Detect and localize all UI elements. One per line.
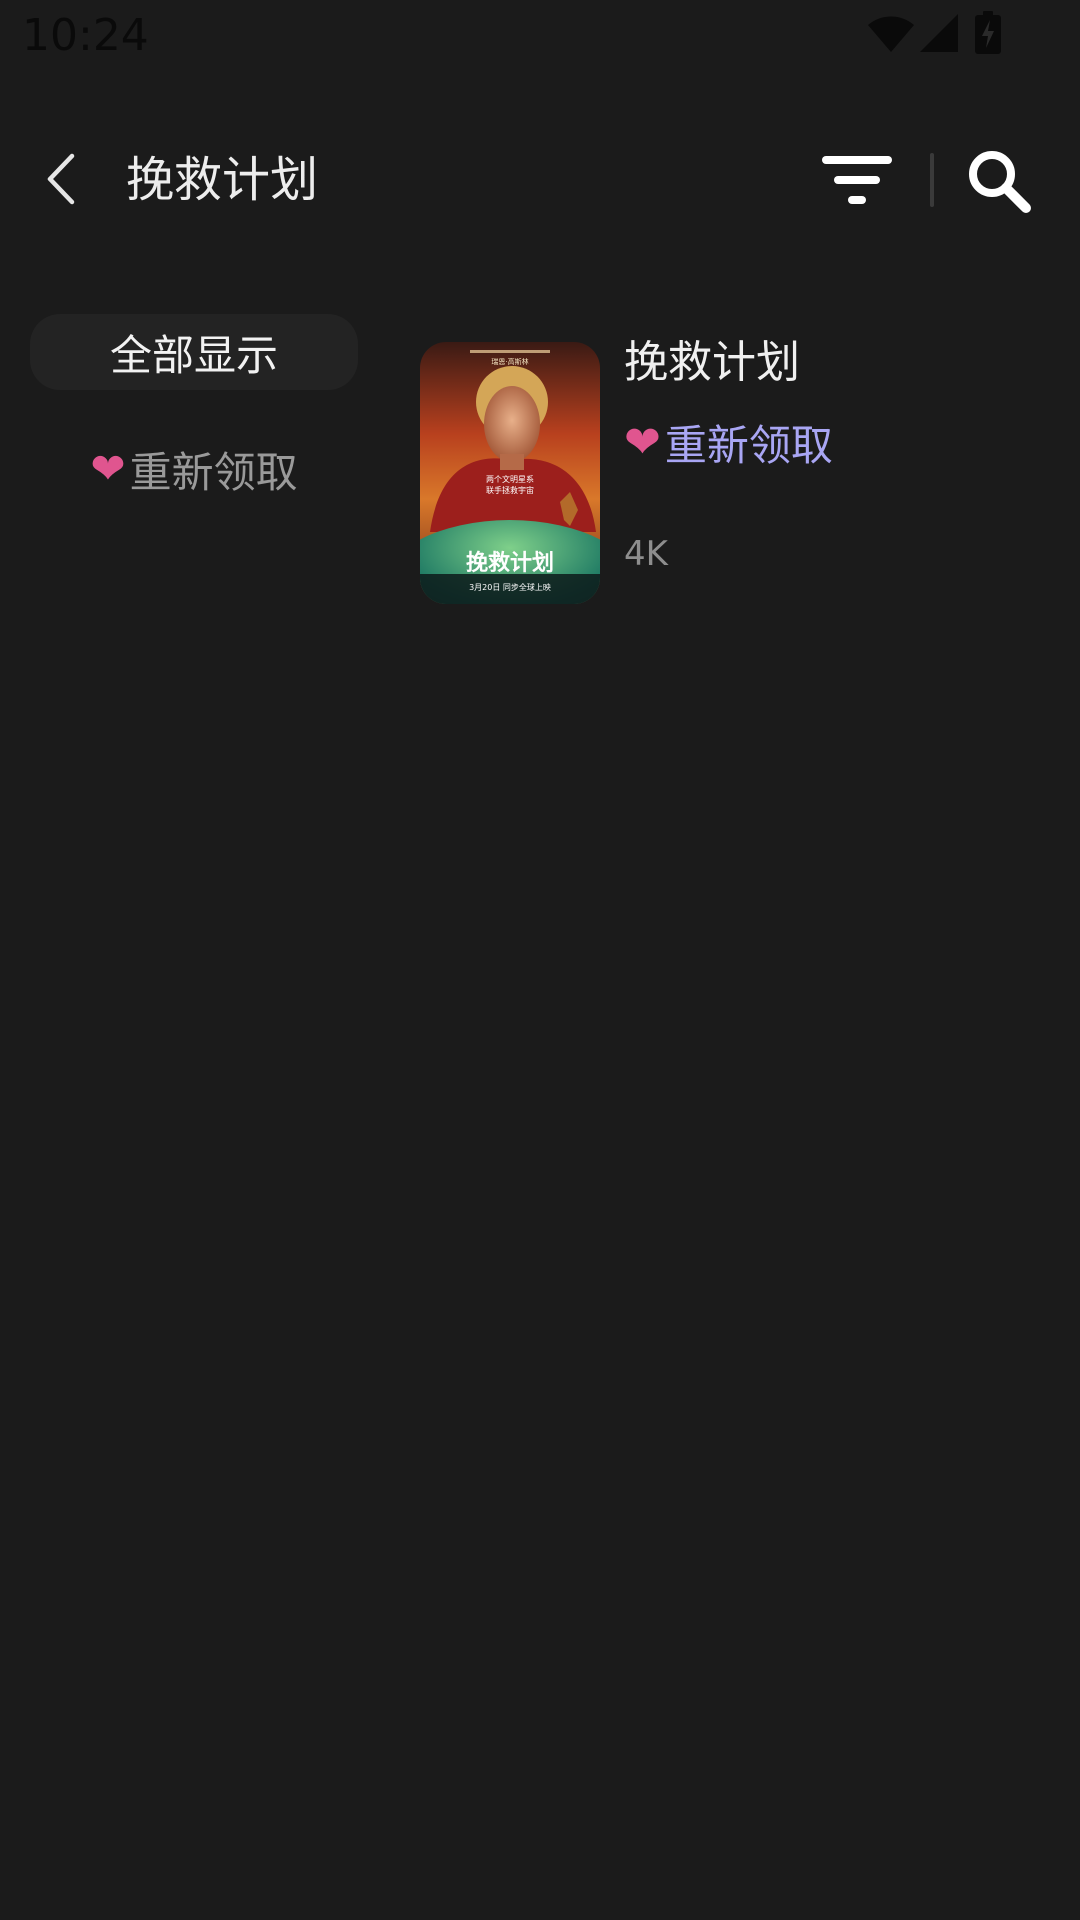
- poster-credit: 瑞恩·高斯林: [491, 357, 528, 366]
- wifi-icon: [868, 14, 914, 56]
- poster-tagline-1: 两个文明星系: [486, 474, 534, 484]
- filter-reclaim-label: 重新领取: [129, 447, 298, 497]
- search-icon: [969, 151, 1031, 213]
- heart-icon: ❤: [90, 444, 126, 493]
- cellular-signal-icon: [920, 14, 958, 56]
- back-arrow-icon: [47, 153, 75, 205]
- toolbar-divider: [930, 153, 934, 207]
- movie-poster[interactable]: 瑞恩·高斯林 两个文明星系 联手拯救宇宙 挽救计划 3月20日 同步全球上映: [420, 342, 600, 604]
- screen: 10:24 挽救计划 全部显示 ❤ 重新领取 瑞恩·高斯林 两个文明星系 联手拯…: [0, 0, 1080, 1920]
- filter-reclaim-button[interactable]: ❤ 重新领取: [30, 434, 358, 504]
- poster-release: 3月20日 同步全球上映: [469, 582, 551, 592]
- heart-icon: ❤: [624, 416, 661, 468]
- status-time: 10:24: [22, 10, 149, 61]
- movie-quality-label: 4K: [624, 534, 668, 574]
- filter-all-label: 全部显示: [109, 330, 278, 380]
- status-icons: [868, 11, 1002, 59]
- search-button[interactable]: [966, 148, 1032, 214]
- status-bar: 10:24: [0, 0, 1080, 72]
- back-button[interactable]: [36, 146, 86, 212]
- page-title: 挽救计划: [126, 152, 319, 208]
- movie-title: 挽救计划: [624, 337, 800, 388]
- movie-reclaim-button[interactable]: ❤ 重新领取: [624, 412, 833, 473]
- filter-all-button[interactable]: 全部显示: [30, 314, 358, 390]
- movie-reclaim-label: 重新领取: [664, 421, 833, 470]
- filter-button[interactable]: [820, 154, 894, 206]
- filter-icon: [822, 156, 892, 204]
- battery-charging-icon: [974, 11, 1002, 59]
- movie-card[interactable]: 瑞恩·高斯林 两个文明星系 联手拯救宇宙 挽救计划 3月20日 同步全球上映 挽…: [420, 330, 1050, 606]
- poster-title-art: 挽救计划: [466, 551, 554, 576]
- poster-tagline-2: 联手拯救宇宙: [486, 485, 534, 495]
